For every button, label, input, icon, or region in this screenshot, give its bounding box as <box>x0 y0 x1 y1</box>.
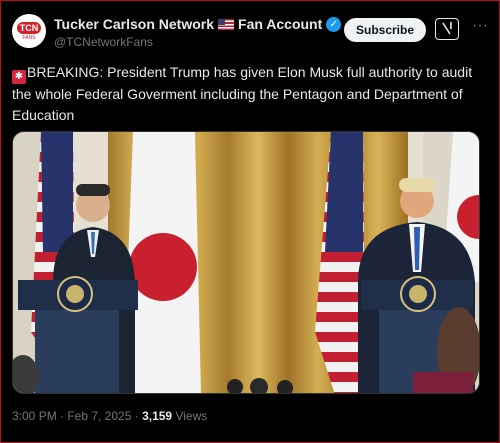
grok-icon[interactable] <box>435 18 459 40</box>
verified-badge-icon: ✓ <box>326 16 342 32</box>
views-count: 3,159 <box>142 409 173 423</box>
views-label: Views <box>172 409 208 423</box>
tweet-meta: 3:00 PM · Feb 7, 2025 · 3,159 Views <box>12 409 207 423</box>
tweet-media-photo[interactable] <box>12 131 480 394</box>
siren-icon: ✱ <box>12 70 26 84</box>
display-name-row[interactable]: Tucker Carlson Network Fan Account ✓ <box>54 16 342 32</box>
avatar[interactable]: TCN FANS <box>12 14 46 48</box>
tweet-body: BREAKING: President Trump has given Elon… <box>12 64 473 123</box>
display-name[interactable]: Tucker Carlson Network <box>54 16 214 32</box>
more-options-icon[interactable]: ··· <box>470 18 490 40</box>
us-flag-icon <box>218 18 235 30</box>
avatar-subtext: FANS <box>22 34 36 41</box>
account-handle[interactable]: @TCNetworkFans <box>54 35 153 49</box>
subscribe-button[interactable]: Subscribe <box>344 18 426 42</box>
avatar-logo-text: TCN <box>16 21 42 34</box>
press-conference-image <box>13 132 479 393</box>
tweet-timestamp[interactable]: 3:00 PM · Feb 7, 2025 · <box>12 409 142 423</box>
display-name-suffix[interactable]: Fan Account <box>238 16 322 32</box>
tweet-text: ✱ BREAKING: President Trump has given Elo… <box>12 62 482 126</box>
